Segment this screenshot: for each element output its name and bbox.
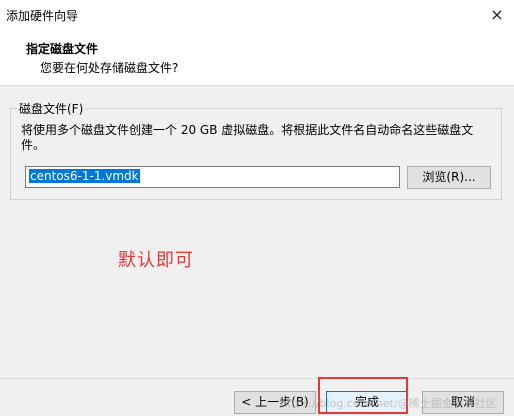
close-icon[interactable]: × [480, 0, 514, 30]
footer-divider [0, 378, 514, 379]
browse-button[interactable]: 浏览(R)... [407, 166, 491, 189]
disk-file-description: 将使用多个磁盘文件创建一个 20 GB 虚拟磁盘。将根据此文件名自动命名这些磁盘… [21, 123, 474, 152]
title-bar: 添加硬件向导 × [0, 0, 514, 30]
cancel-button[interactable]: 取消 [422, 391, 504, 414]
wizard-header: 指定磁盘文件 您要在何处存储磁盘文件? [0, 30, 514, 86]
window-title: 添加硬件向导 [6, 9, 79, 23]
page-subtitle: 您要在何处存储磁盘文件? [40, 61, 179, 75]
disk-file-group-label: 磁盘文件(F) [17, 100, 86, 117]
disk-file-input[interactable]: centos6-1-1.vmdk [25, 166, 400, 188]
finish-button[interactable]: 完成 [326, 391, 408, 414]
page-title: 指定磁盘文件 [26, 42, 99, 56]
disk-file-input-value: centos6-1-1.vmdk [29, 169, 140, 183]
disk-file-group: 磁盘文件(F) 将使用多个磁盘文件创建一个 20 GB 虚拟磁盘。将根据此文件名… [10, 100, 502, 200]
back-button[interactable]: < 上一步(B) [234, 391, 316, 414]
annotation-text: 默认即可 [118, 250, 194, 271]
